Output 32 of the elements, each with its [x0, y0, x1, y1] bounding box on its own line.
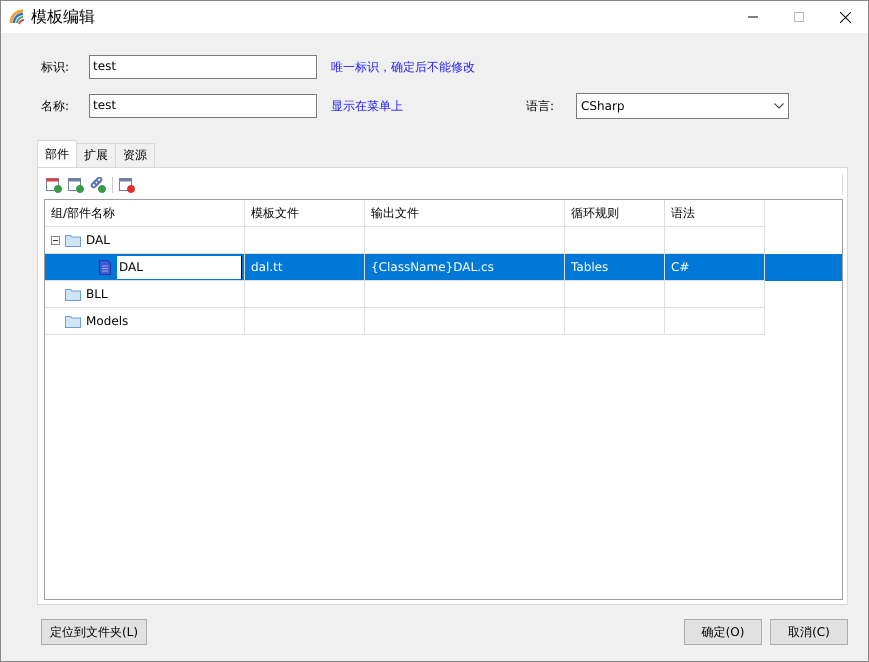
name-field[interactable]: test — [89, 94, 317, 118]
row-name: Models — [86, 314, 128, 328]
window-title: 模板编辑 — [31, 6, 95, 28]
collapse-icon[interactable] — [51, 236, 60, 244]
app-logo-icon — [9, 9, 25, 25]
tab[interactable]: 部件 — [37, 140, 77, 167]
tab[interactable]: 资源 — [115, 143, 155, 167]
language-select[interactable]: CSharp — [576, 93, 790, 119]
row-name: BLL — [86, 287, 108, 301]
table-row[interactable]: DAL dal.tt {ClassName}DAL.cs Tables C# — [45, 254, 842, 281]
ok-button[interactable]: 确定(O) — [684, 619, 762, 645]
row-name: DAL — [86, 233, 110, 247]
name-input[interactable]: DAL — [116, 254, 242, 280]
field-label: 名称: — [40, 98, 70, 114]
field-hint: 唯一标识，确定后不能修改 — [331, 58, 476, 76]
maximize-icon — [794, 12, 804, 22]
chevron-down-icon — [774, 103, 784, 109]
delete-list-icon[interactable] — [119, 177, 135, 193]
folder-icon — [65, 234, 81, 246]
locate-folder-button[interactable]: 定位到文件夹(L) — [41, 619, 148, 645]
field-hint: 显示在菜单上 — [331, 98, 404, 114]
field-label: 语言: — [526, 98, 554, 114]
field-label: 标识: — [40, 58, 70, 76]
add-calendar-icon[interactable] — [46, 177, 62, 193]
id-field[interactable]: test — [89, 55, 317, 79]
cancel-button[interactable]: 取消(C) — [770, 619, 848, 645]
folder-icon — [65, 314, 81, 328]
folder-icon — [65, 288, 81, 300]
add-list-icon[interactable] — [68, 177, 84, 193]
close-icon — [840, 12, 850, 22]
add-link-icon[interactable] — [90, 177, 106, 193]
document-icon — [99, 260, 111, 274]
